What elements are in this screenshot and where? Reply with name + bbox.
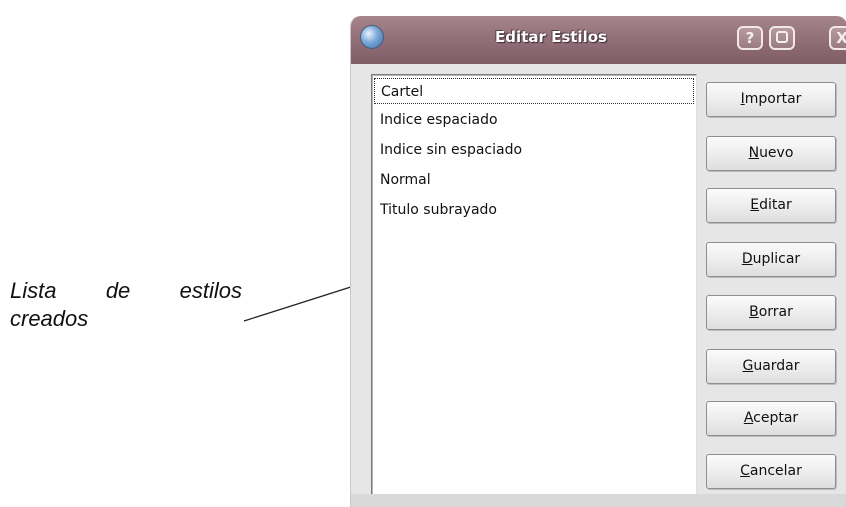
accept-button[interactable]: Aceptar [706, 401, 836, 436]
annotation-label: Lista de estilos creados [10, 277, 242, 333]
save-label: uardar [753, 358, 800, 374]
duplicate-mnemonic: D [741, 251, 753, 267]
window-title: Editar Estilos [495, 28, 607, 46]
cancel-mnemonic: C [740, 463, 750, 479]
annotation-word: Lista [10, 278, 57, 303]
close-button[interactable]: X [829, 26, 846, 50]
save-button[interactable]: Guardar [706, 349, 836, 384]
maximize-icon [776, 31, 788, 43]
list-item-indice-sin-espaciado[interactable]: Indice sin espaciado [374, 136, 694, 166]
edit-label: ditar [759, 197, 792, 213]
cancel-button[interactable]: Cancelar [706, 454, 836, 489]
maximize-button[interactable] [769, 26, 795, 50]
accept-mnemonic: A [743, 410, 754, 426]
duplicate-label: uplicar [752, 251, 801, 267]
edit-button[interactable]: Editar [706, 188, 836, 223]
list-item-titulo-subrayado[interactable]: Titulo subrayado [374, 196, 694, 226]
annotation-word: estilos [179, 278, 242, 303]
annotation-line-2: creados [10, 306, 89, 331]
annotation-line-1: Lista de estilos [10, 277, 242, 305]
duplicate-button[interactable]: Duplicar [706, 242, 836, 277]
new-button[interactable]: Nuevo [706, 136, 836, 171]
new-label: uevo [759, 145, 794, 161]
dialog-bottom-edge [351, 494, 846, 507]
help-icon: ? [745, 29, 755, 47]
delete-mnemonic: B [749, 304, 759, 320]
annotation-word: de [105, 278, 131, 303]
edit-mnemonic: E [750, 197, 760, 213]
edit-styles-dialog: Editar Estilos ? X Cartel Indice espacia… [350, 16, 846, 507]
title-bar[interactable]: Editar Estilos ? X [351, 16, 846, 64]
new-mnemonic: N [748, 145, 760, 161]
cancel-label: ancelar [749, 463, 802, 479]
import-button[interactable]: Importar [706, 82, 836, 117]
import-label: mportar [744, 91, 802, 107]
styles-list[interactable]: Cartel Indice espaciado Indice sin espac… [371, 74, 697, 496]
save-mnemonic: G [742, 358, 754, 374]
delete-button[interactable]: Borrar [706, 295, 836, 330]
list-item-indice-espaciado[interactable]: Indice espaciado [374, 106, 694, 136]
list-item-cartel[interactable]: Cartel [374, 78, 694, 104]
help-button[interactable]: ? [737, 26, 763, 50]
list-item-normal[interactable]: Normal [374, 166, 694, 196]
accept-label: ceptar [753, 410, 799, 426]
delete-label: orrar [758, 304, 793, 320]
close-icon: X [831, 28, 846, 48]
